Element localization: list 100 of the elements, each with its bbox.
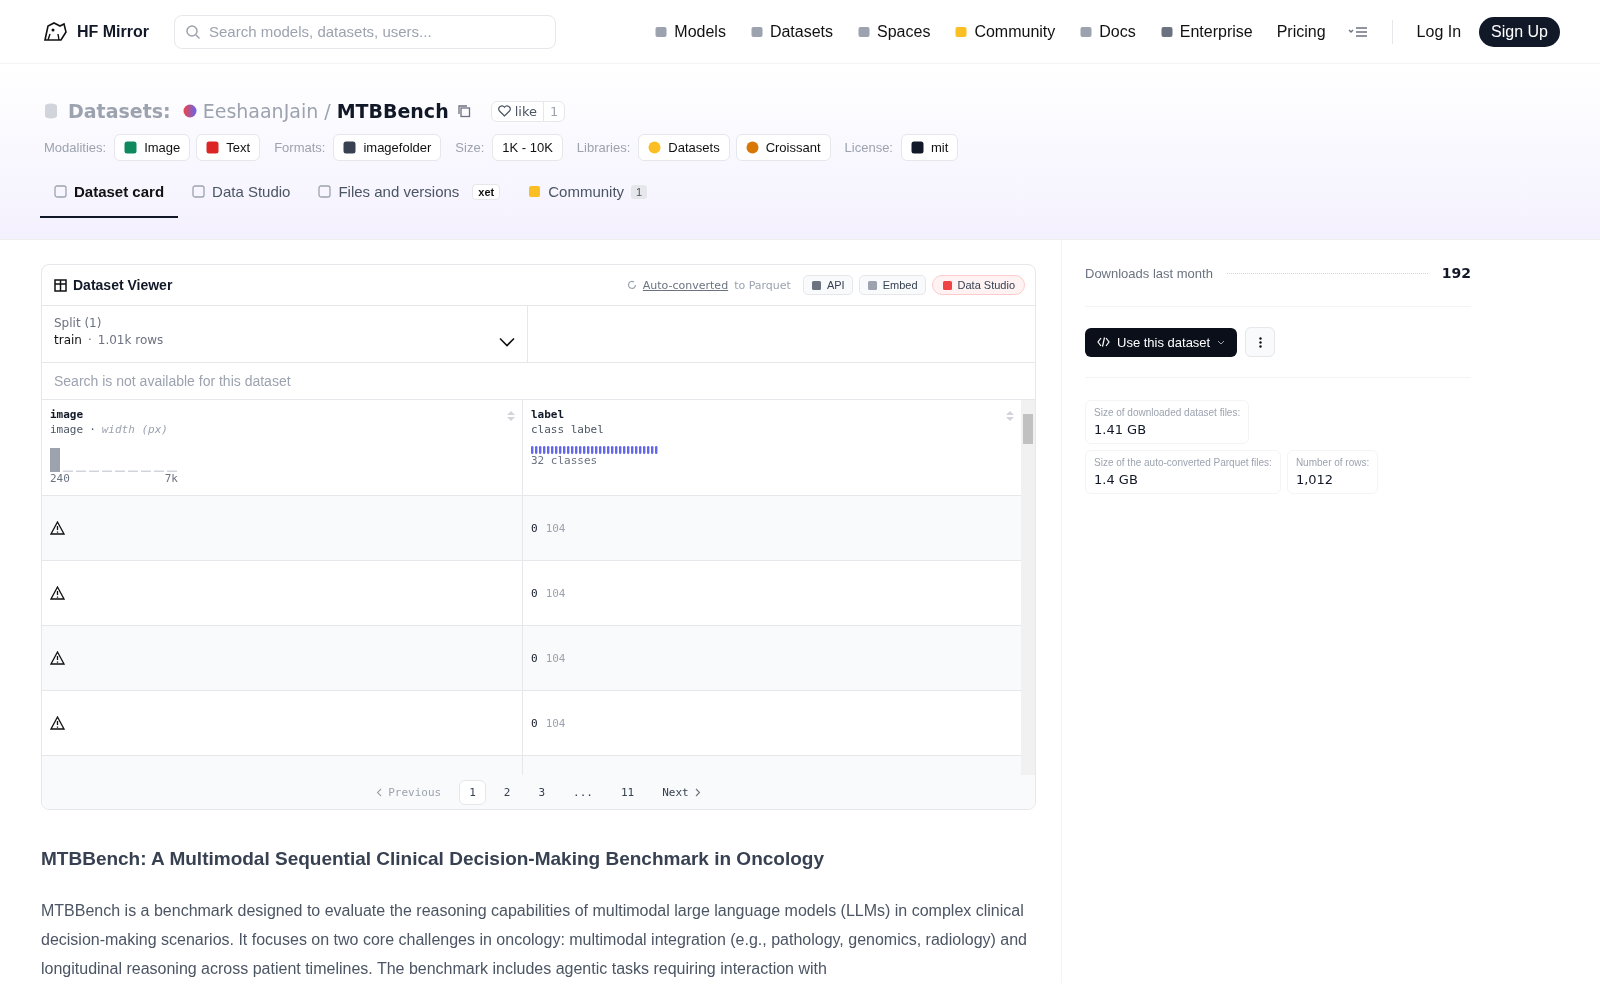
tag-icon [745, 141, 759, 154]
viewer-button[interactable]: Data Studio [931, 275, 1025, 295]
downloads-label: Downloads last month [1085, 265, 1213, 281]
nav-link[interactable]: Docs [1079, 22, 1136, 41]
nav-link[interactable]: Spaces [857, 22, 931, 41]
login-link[interactable]: Log In [1416, 22, 1462, 41]
xet-badge: xet [472, 183, 501, 200]
page-link[interactable]: ... [563, 779, 603, 805]
dataset-name[interactable]: MTBBench [336, 100, 449, 122]
range-min: 240 [50, 472, 70, 485]
sort-icon[interactable] [1005, 409, 1015, 423]
nav-icon [857, 24, 872, 39]
tab-icon [192, 185, 206, 198]
table-cell: 104 [545, 586, 566, 600]
range-max: 7k [164, 472, 178, 485]
tag[interactable]: mit [901, 134, 959, 161]
nav-icon [654, 24, 669, 39]
stat-label: Number of rows: [1295, 457, 1370, 468]
tab[interactable]: Community 1 [514, 183, 662, 218]
copy-icon[interactable] [456, 104, 471, 118]
chevron-right-icon [694, 787, 701, 797]
tag-icon [343, 141, 357, 154]
table-cell: 0 [531, 651, 538, 665]
tag-group-label: Formats: [274, 140, 326, 155]
avatar-icon [182, 104, 197, 118]
nav-link[interactable]: Enterprise [1159, 22, 1253, 41]
tag[interactable]: imagefolder [333, 134, 442, 161]
column-type: image [50, 423, 84, 436]
tab[interactable]: Files and versions xet [304, 183, 515, 218]
table-cell: 0 [531, 521, 538, 535]
viewer-button[interactable]: Embed [858, 275, 926, 295]
warning-icon [50, 586, 65, 600]
warning-icon [50, 521, 65, 535]
parquet-note: to Parquet [734, 278, 791, 292]
signup-button[interactable]: Sign Up [1479, 16, 1560, 47]
warning-icon [50, 651, 65, 665]
scrollbar[interactable] [1021, 400, 1035, 775]
more-options-button[interactable] [1245, 327, 1276, 357]
tab-icon [528, 185, 542, 198]
like-button[interactable]: like 1 [490, 100, 566, 122]
table-cell: 104 [545, 521, 566, 535]
code-icon [1097, 337, 1110, 347]
tag[interactable]: Image [114, 134, 191, 161]
chevron-icon [499, 337, 515, 347]
use-dataset-button[interactable]: Use this dataset [1085, 327, 1238, 357]
card-paragraph: MTBBench is a benchmark designed to evaluate the reasoning capabilities of multimodal large language models (LLMs) in complex clinical decision-making scenarios. It focuses on two core challenges in oncology: multimodal integration (e.g., pathology, genomics, radiology) and longitudinal reasoning across patient timelines. The benchmark includes agentic tasks requiring interaction with [41, 901, 1028, 979]
nav-link[interactable]: Pricing [1276, 22, 1326, 41]
auto-converted-link[interactable]: Auto-converted [642, 278, 729, 292]
next-link[interactable]: Next [652, 779, 711, 805]
search-unavailable-note: Search is not available for this dataset [42, 363, 1035, 400]
nav-icon [1079, 24, 1094, 39]
viewer-title: Dataset Viewer [73, 277, 173, 293]
stat-value: 1,012 [1295, 472, 1335, 487]
page-link[interactable]: 3 [528, 779, 556, 805]
tag[interactable]: 1K - 10K [492, 134, 563, 161]
viewer-button[interactable]: API [802, 275, 853, 295]
chevron-left-icon [376, 787, 383, 797]
tag-icon [206, 141, 220, 154]
nav-link[interactable]: Datasets [749, 22, 834, 41]
path-separator: / [324, 100, 331, 122]
count-badge: 1 [631, 184, 648, 199]
brand-name[interactable]: HF Mirror [77, 22, 149, 41]
stat-value: 1.41 GB [1094, 422, 1148, 437]
more-icon [1258, 336, 1262, 348]
menu-icon[interactable] [1347, 24, 1368, 39]
tag-group-label: Size: [455, 140, 485, 155]
tag[interactable]: Datasets [638, 134, 730, 161]
split-selector[interactable]: Split (1) train · 1.01k rows [42, 306, 528, 362]
tab[interactable]: Data Studio [178, 183, 305, 218]
table-cell: 0 [531, 586, 538, 600]
page-link[interactable]: 1 [459, 779, 486, 805]
column-name: image [50, 408, 84, 421]
page-link[interactable]: 11 [611, 779, 645, 805]
stat-label: Size of the auto-converted Parquet files: [1094, 457, 1272, 468]
page-link[interactable]: 2 [493, 779, 521, 805]
column-type: class label [531, 423, 604, 436]
button-icon [810, 279, 822, 291]
card-heading: MTBBench: A Multimodal Sequential Clinical Decision-Making Benchmark in Oncology [41, 848, 825, 870]
button-icon [941, 279, 953, 291]
heart-icon [497, 105, 511, 117]
sort-icon[interactable] [506, 409, 516, 423]
tag-icon [124, 141, 138, 154]
tag[interactable]: Text [196, 134, 261, 161]
type-separator: · [89, 423, 96, 436]
tag-icon [648, 141, 662, 154]
nav-icon [954, 24, 969, 39]
nav-link[interactable]: Models [654, 22, 726, 41]
refresh-icon [626, 280, 637, 290]
column-subtype: width (px) [101, 423, 168, 436]
stat-value: 1.4 GB [1094, 472, 1139, 487]
tag[interactable]: Croissant [735, 134, 831, 161]
search-field[interactable]: Search models, datasets, users... [174, 14, 556, 49]
table-cell: 0 [531, 716, 538, 730]
tag-icon [911, 141, 924, 154]
button-icon [866, 279, 878, 291]
column-name: label [531, 408, 565, 421]
column-header[interactable]: image image · width (px) 240 7k [42, 400, 522, 495]
tab[interactable]: Dataset card [40, 183, 179, 218]
nav-link[interactable]: Community [954, 22, 1056, 41]
like-count: 1 [542, 101, 565, 121]
